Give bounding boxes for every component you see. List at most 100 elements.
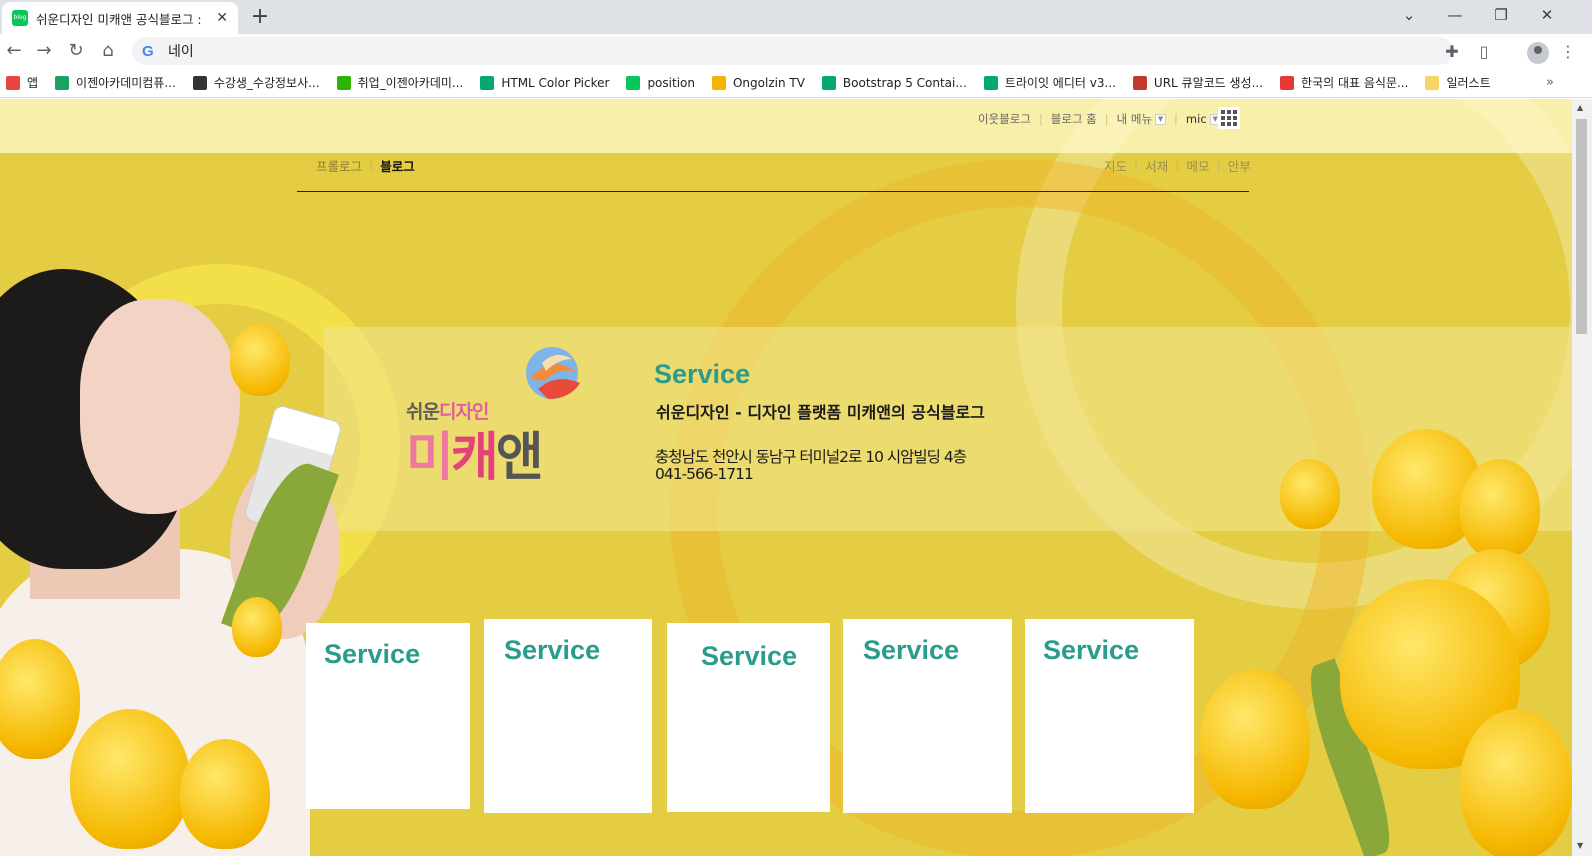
logo-char-1: 미 — [406, 428, 454, 488]
map-tab[interactable]: 지도 — [1104, 156, 1127, 175]
browser-tab[interactable]: blog 쉬운디자인 미캐앤 공식블로그 : ✕ — [2, 2, 238, 34]
page-scrollbar[interactable]: ▲ ▼ — [1572, 99, 1592, 856]
tab-search-chevron-icon[interactable]: ⌄ — [1386, 0, 1432, 30]
bookmark-item[interactable]: HTML Color Picker — [480, 75, 610, 90]
scrollbar-thumb[interactable] — [1576, 119, 1587, 334]
bookmark-item[interactable]: 수강생_수강정보사... — [192, 74, 320, 91]
tab-title: 쉬운디자인 미캐앤 공식블로그 : — [36, 11, 202, 27]
google-g-icon: G — [142, 42, 154, 60]
blog-tab[interactable]: 블로그 — [380, 156, 415, 175]
tulip-flower — [180, 739, 270, 849]
more-menu-icon[interactable]: ⋮ — [1556, 40, 1580, 64]
service-card[interactable]: Service — [306, 623, 470, 809]
logo-char-2: 캐 — [450, 428, 499, 488]
bookmark-item[interactable]: Bootstrap 5 Contai... — [821, 75, 967, 90]
address-bar[interactable]: G 네이 — [132, 37, 1454, 65]
bookmark-item[interactable]: 취업_이젠아카데미... — [336, 74, 463, 91]
bookmark-label: HTML Color Picker — [501, 75, 610, 90]
blog-top-menu: 이웃블로그 | 블로그 홈 | 내 메뉴 ▼ | mic ▼ — [978, 111, 1221, 127]
bookmark-label: URL 큐알코드 생성... — [1153, 76, 1264, 90]
reload-icon[interactable]: ↻ — [62, 37, 90, 65]
scroll-down-arrow-icon[interactable]: ▼ — [1577, 841, 1583, 850]
bookmark-item[interactable]: 이젠아카데미컴퓨... — [55, 74, 176, 91]
address-input[interactable]: 네이 — [168, 41, 194, 61]
bookmark-item[interactable]: 일러스트 — [1425, 74, 1491, 91]
food-site-icon — [1280, 75, 1295, 90]
forward-arrow-icon[interactable]: → — [30, 37, 58, 65]
tab-close-icon[interactable]: ✕ — [216, 10, 228, 26]
folder-icon — [1425, 75, 1440, 90]
service-card-title: Service — [701, 641, 798, 671]
banner-title: Service — [654, 359, 751, 389]
bookmark-item[interactable]: 앱 — [6, 74, 38, 91]
mican-logo: 쉬운디자인 미캐앤 — [406, 343, 626, 493]
home-icon[interactable]: ⌂ — [94, 37, 122, 65]
memo-tab[interactable]: 메모 — [1186, 156, 1209, 175]
bookmark-item[interactable]: position — [626, 75, 695, 90]
globe-icon — [192, 75, 207, 90]
tulip-flower — [230, 324, 290, 396]
logo-wordmark: 미캐앤 — [406, 415, 544, 490]
bookmark-item[interactable]: 트라이잇 에디터 v3... — [983, 74, 1116, 91]
ezen-icon — [55, 75, 70, 90]
blog-subnav-right: 지도 | 서재 | 메모 | 안부 — [1104, 156, 1251, 175]
mican-swirl-logo-icon — [526, 347, 580, 399]
my-menu-dropdown[interactable]: 내 메뉴 — [1117, 111, 1152, 127]
blog-top-strip — [0, 99, 1572, 153]
tulip-flower — [1460, 459, 1540, 559]
service-card[interactable]: Service — [484, 619, 652, 813]
naver-blog-favicon-icon: blog — [12, 10, 28, 26]
tulip-flower — [1460, 709, 1572, 856]
bookmark-item[interactable]: Ongolzin TV — [711, 75, 805, 90]
tulip-flower — [1280, 459, 1340, 529]
bookmark-label: Ongolzin TV — [732, 75, 805, 90]
bookmark-item[interactable]: 한국의 대표 음식문... — [1280, 74, 1408, 91]
apps-grid-icon — [6, 75, 20, 90]
back-arrow-icon[interactable]: ← — [0, 37, 28, 65]
tulip-flower — [1200, 669, 1310, 809]
ongolzin-icon — [711, 75, 726, 90]
subnav-divider — [297, 191, 1249, 192]
blog-home-link[interactable]: 블로그 홈 — [1051, 111, 1097, 127]
neighbor-blog-link[interactable]: 이웃블로그 — [978, 111, 1031, 127]
service-card[interactable]: Service — [843, 619, 1012, 813]
browser-toolbar: ← → ↻ ⌂ G 네이 ✚ ▯ ⋮ — [0, 34, 1592, 68]
close-window-button[interactable]: ✕ — [1524, 0, 1570, 30]
library-tab[interactable]: 서재 — [1145, 156, 1168, 175]
logo-char-3: 앤 — [495, 428, 544, 488]
bookmark-label: 이젠아카데미컴퓨... — [76, 76, 176, 90]
naver-apps-grid-icon[interactable] — [1218, 107, 1240, 129]
blog-subnav-left: 프롤로그 | 블로그 — [316, 156, 415, 175]
w3-icon — [821, 75, 836, 90]
scroll-up-arrow-icon[interactable]: ▲ — [1577, 103, 1583, 112]
extensions-puzzle-icon[interactable]: ✚ — [1440, 40, 1464, 64]
qr-icon — [1132, 75, 1147, 90]
bookmark-label: 한국의 대표 음식문... — [1301, 76, 1409, 90]
bookmarks-overflow-icon[interactable]: » — [1546, 75, 1554, 90]
tulip-flower — [232, 597, 282, 657]
service-card-title: Service — [863, 635, 960, 665]
my-menu-caret-icon[interactable]: ▼ — [1155, 113, 1167, 125]
bookmark-label: Bootstrap 5 Contai... — [842, 75, 967, 90]
banner-phone: 041-566-1711 — [655, 465, 754, 483]
restore-button[interactable]: ❐ — [1478, 0, 1524, 30]
new-tab-button[interactable]: + — [246, 4, 274, 32]
browser-tab-bar: blog 쉬운디자인 미캐앤 공식블로그 : ✕ + ⌄ — ❐ ✕ — [0, 0, 1592, 34]
banner-address: 충청남도 천안시 동남구 터미널2로 10 시암빌딩 4층 — [655, 448, 967, 466]
user-menu-dropdown[interactable]: mic — [1186, 112, 1207, 126]
naver-icon — [626, 75, 641, 90]
guestbook-tab[interactable]: 안부 — [1228, 156, 1251, 175]
service-card[interactable]: Service — [1025, 619, 1194, 813]
bookmarks-bar: 앱 이젠아카데미컴퓨... 수강생_수강정보사... 취업_이젠아카데미... HTML… — [0, 68, 1592, 98]
side-panel-icon[interactable]: ▯ — [1472, 40, 1496, 64]
bookmark-label: position — [647, 75, 695, 90]
bookmark-label: 일러스트 — [1446, 76, 1491, 90]
tulip-flower — [70, 709, 190, 849]
prologue-tab[interactable]: 프롤로그 — [316, 156, 362, 175]
service-card-title: Service — [1043, 635, 1140, 665]
profile-avatar-icon[interactable] — [1527, 42, 1549, 64]
bookmark-item[interactable]: URL 큐알코드 생성... — [1132, 74, 1264, 91]
service-card-title: Service — [504, 635, 601, 665]
minimize-button[interactable]: — — [1432, 0, 1478, 30]
service-card[interactable]: Service — [667, 623, 830, 812]
